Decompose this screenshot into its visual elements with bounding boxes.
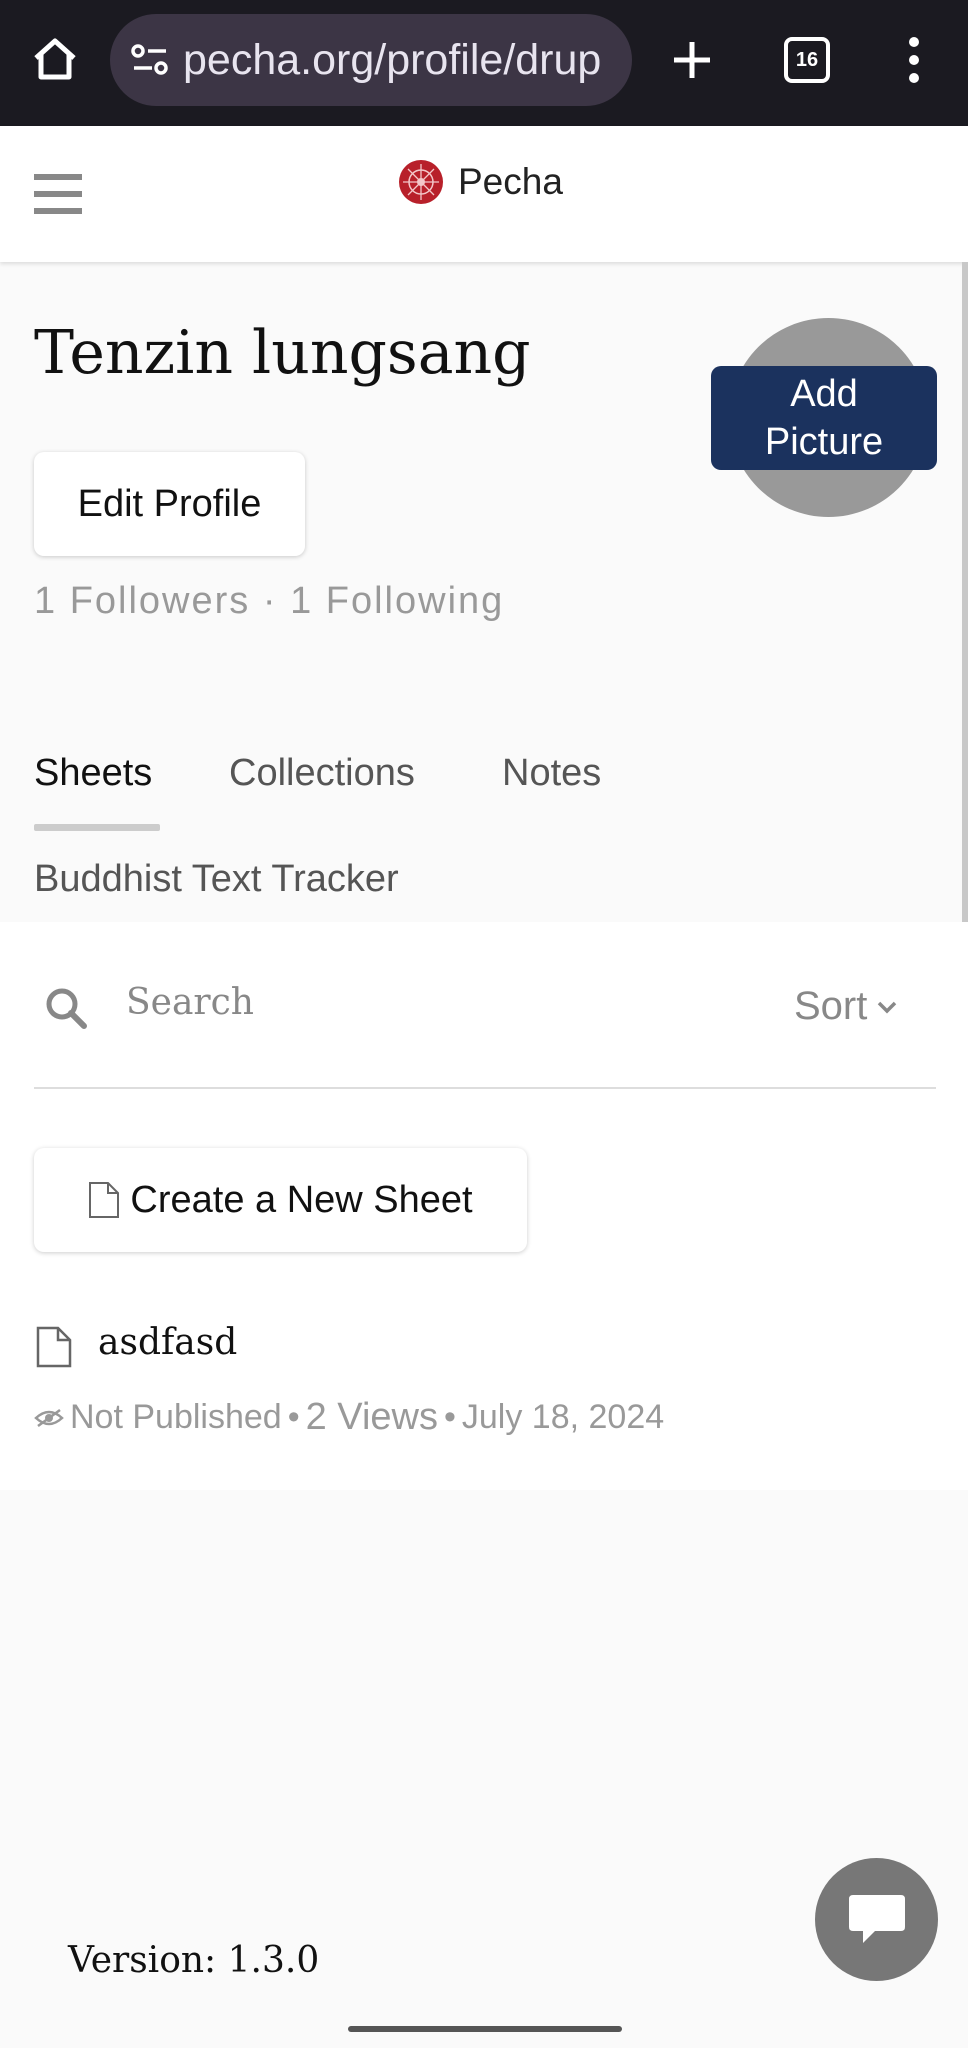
site-settings-icon[interactable] <box>130 42 170 78</box>
chevron-down-icon <box>878 1001 897 1013</box>
version-label: Version: 1.3.0 <box>68 1940 320 1981</box>
document-icon <box>89 1182 120 1218</box>
search-input[interactable]: Search <box>126 982 254 1023</box>
brand-name: Pecha <box>458 161 563 202</box>
edit-profile-button[interactable]: Edit Profile <box>34 452 305 556</box>
following-link[interactable]: 1 Following <box>290 580 504 622</box>
follow-stats: 1 Followers · 1 Following <box>34 580 505 622</box>
tab-notes[interactable]: Notes <box>502 752 601 795</box>
active-tab-indicator <box>34 824 160 831</box>
site-header: Pecha <box>0 126 968 262</box>
url-text: pecha.org/profile/drup <box>183 35 602 84</box>
tab-sheets[interactable]: Sheets <box>34 752 152 795</box>
sheet-document-icon <box>36 1326 72 1368</box>
tab-collections[interactable]: Collections <box>229 752 415 795</box>
address-bar[interactable]: pecha.org/profile/drup <box>110 14 632 106</box>
home-icon[interactable] <box>30 34 80 84</box>
publish-status: Not Published <box>70 1398 282 1436</box>
view-count: 2 Views <box>305 1396 438 1438</box>
sort-dropdown[interactable]: Sort <box>794 984 897 1029</box>
eye-slash-icon <box>34 1408 64 1427</box>
new-tab-icon[interactable] <box>670 38 714 82</box>
section-sublabel[interactable]: Buddhist Text Tracker <box>34 858 399 901</box>
more-options-icon[interactable] <box>904 36 924 84</box>
divider <box>34 1087 936 1089</box>
chat-button[interactable] <box>815 1858 938 1981</box>
sheet-meta: Not Published • 2 Views • July 18, 2024 <box>34 1396 664 1439</box>
tab-switcher-button[interactable]: 16 <box>784 37 830 83</box>
profile-name: Tenzin lungsang <box>34 318 531 388</box>
brand-logo[interactable]: Pecha <box>398 159 563 205</box>
search-icon[interactable] <box>44 986 88 1030</box>
pecha-logo-icon <box>399 160 443 204</box>
sheet-date: July 18, 2024 <box>461 1398 665 1436</box>
create-sheet-button[interactable]: Create a New Sheet <box>34 1148 527 1252</box>
followers-link[interactable]: 1 Followers <box>34 580 250 622</box>
browser-toolbar: pecha.org/profile/drup 16 <box>0 0 968 126</box>
gesture-home-indicator[interactable] <box>348 2026 622 2032</box>
chat-bubble-icon <box>848 1894 905 1943</box>
add-picture-button[interactable]: Add Picture <box>711 366 937 470</box>
hamburger-menu-icon[interactable] <box>34 174 82 214</box>
sheet-title-link[interactable]: asdfasd <box>98 1322 237 1363</box>
